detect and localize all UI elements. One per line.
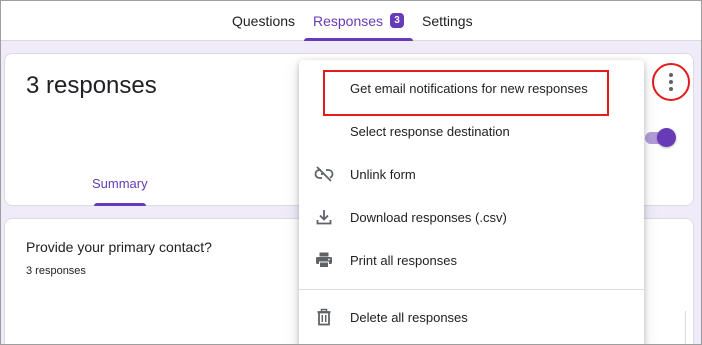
tab-questions-label: Questions: [232, 12, 296, 29]
menu-item-label: Select response destination: [350, 123, 510, 139]
form-header: Questions Responses 3 Settings: [1, 1, 701, 41]
menu-item-delete-all[interactable]: Delete all responses: [299, 297, 644, 337]
menu-item-unlink-form[interactable]: Unlink form: [299, 154, 644, 194]
tab-responses-underline: [304, 38, 414, 41]
menu-item-select-destination[interactable]: Select response destination: [299, 111, 644, 151]
menu-item-label: Print all responses: [350, 252, 457, 268]
chart-frame-line: [685, 311, 686, 345]
more-options-button[interactable]: [652, 63, 690, 101]
menu-item-print-all[interactable]: Print all responses: [299, 240, 644, 280]
menu-item-label: Get email notifications for new response…: [350, 80, 588, 96]
tab-summary-underline: [94, 203, 146, 206]
printer-icon: [314, 250, 334, 270]
tab-settings[interactable]: Settings: [422, 1, 473, 40]
menu-item-download-csv[interactable]: Download responses (.csv): [299, 197, 644, 237]
responses-count-badge: 3: [390, 13, 405, 28]
download-icon: [314, 207, 334, 227]
question-response-count: 3 responses: [26, 265, 86, 277]
tab-questions[interactable]: Questions: [232, 1, 295, 40]
tab-responses-label: Responses: [313, 12, 384, 29]
tab-summary[interactable]: Summary: [92, 176, 148, 191]
trash-icon: [314, 307, 334, 327]
menu-divider: [299, 289, 644, 290]
menu-item-email-notifications[interactable]: Get email notifications for new response…: [299, 68, 644, 108]
toggle-knob: [657, 128, 676, 147]
tab-settings-label: Settings: [422, 12, 473, 29]
tab-responses[interactable]: Responses 3: [304, 1, 414, 41]
more-options-menu: Get email notifications for new response…: [299, 60, 644, 345]
menu-item-label: Unlink form: [350, 166, 416, 182]
responses-count-title: 3 responses: [26, 72, 157, 99]
menu-item-label: Download responses (.csv): [350, 209, 507, 225]
menu-item-label: Delete all responses: [350, 309, 468, 325]
question-title: Provide your primary contact?: [26, 239, 212, 255]
accepting-responses-toggle[interactable]: [645, 127, 677, 147]
link-off-icon: [314, 164, 334, 184]
annotation-circle: [652, 63, 690, 101]
